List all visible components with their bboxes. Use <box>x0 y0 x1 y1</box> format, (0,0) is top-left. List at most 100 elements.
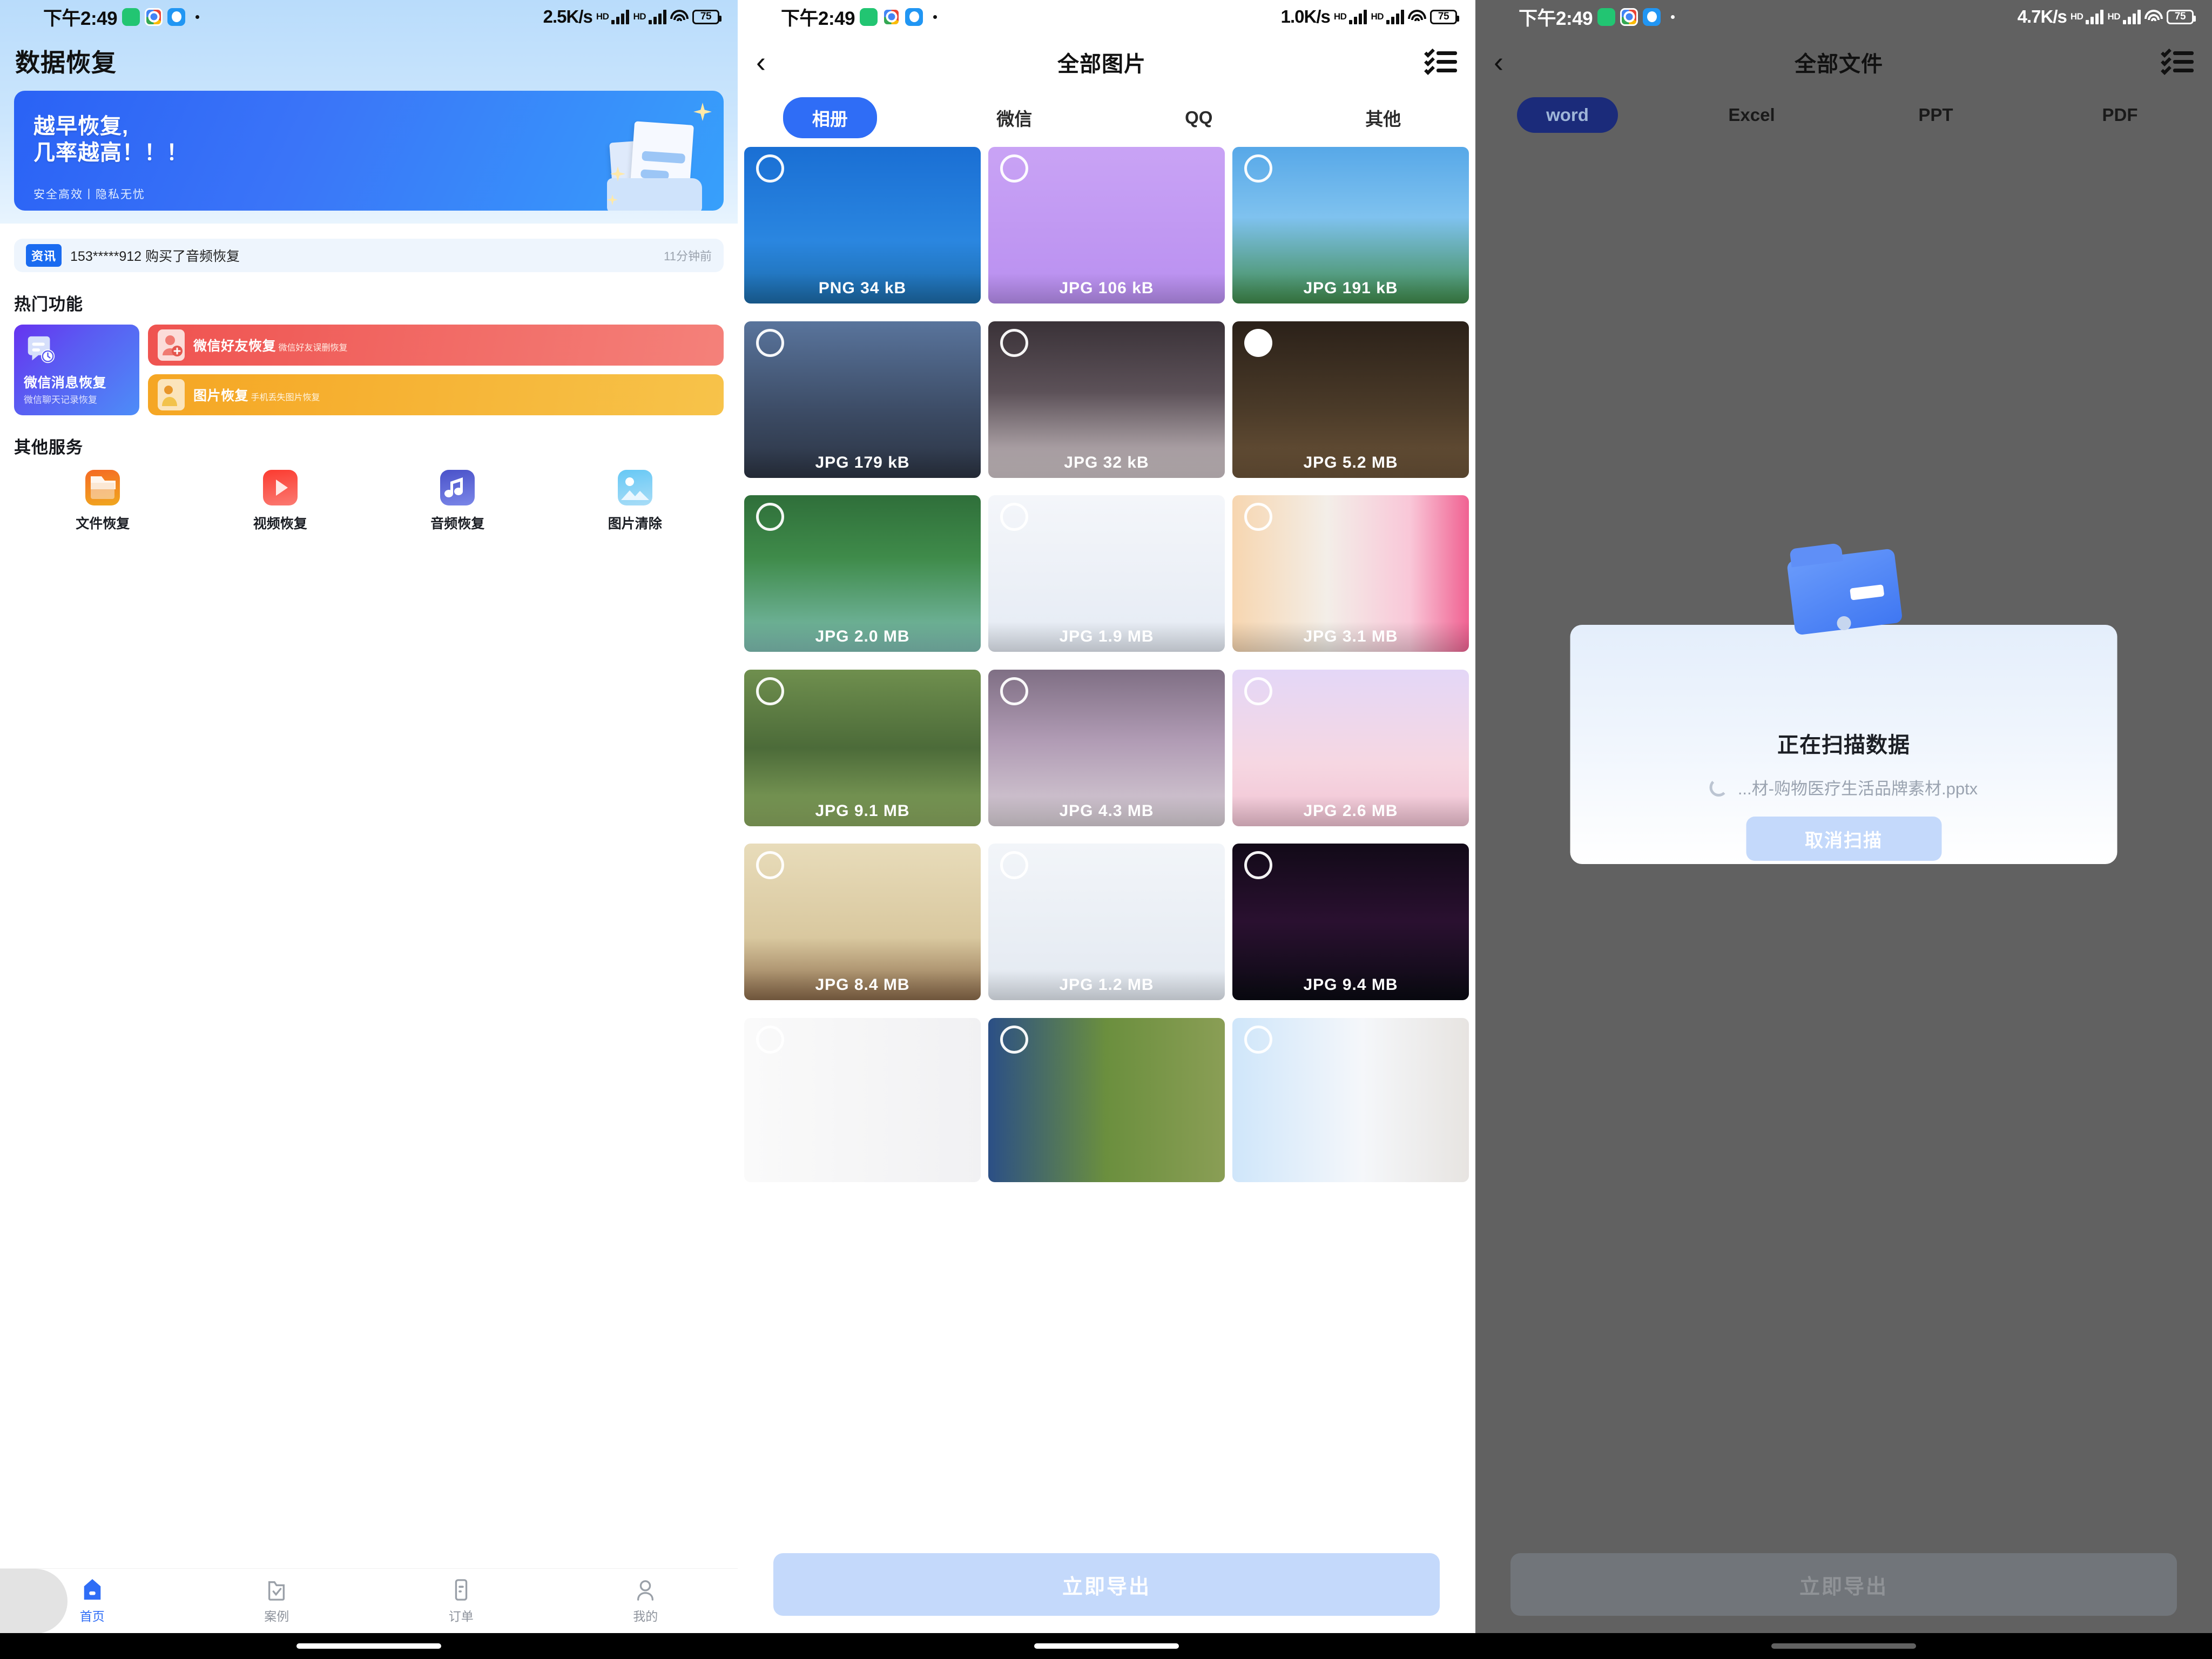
hd-label-2: HD <box>633 11 646 22</box>
filetype-tabs: word Excel PPT PDF <box>1475 91 2212 141</box>
image-meta-label: JPG 4.3 MB <box>988 795 1225 826</box>
image-grid-item[interactable]: JPG 2.0 MB <box>744 495 981 652</box>
service-label: 视频恢复 <box>253 516 307 531</box>
image-meta-label: JPG 191 kB <box>1232 273 1469 304</box>
select-radio[interactable] <box>756 503 784 531</box>
image-grid-item[interactable]: JPG 5.2 MB <box>1232 321 1469 478</box>
service-file-recovery[interactable]: 文件恢复 <box>14 470 192 532</box>
image-grid-item[interactable]: JPG 9.1 MB <box>744 669 981 826</box>
chevron-left-icon[interactable]: ‹ <box>1494 48 1523 77</box>
feature-card-wechat-friend[interactable]: 微信好友恢复 微信好友误删恢复 <box>148 325 724 366</box>
image-grid-item[interactable]: JPG 4.3 MB <box>988 669 1225 826</box>
checklist-icon[interactable] <box>1424 47 1457 75</box>
tab-word[interactable]: word <box>1517 97 1618 133</box>
image-grid-item[interactable]: JPG 3.1 MB <box>1232 495 1469 652</box>
photo-person-icon <box>158 379 185 410</box>
tab-orders[interactable]: 订单 <box>369 1578 554 1624</box>
network-speed: 2.5K/s <box>543 6 593 26</box>
service-label: 图片清除 <box>608 516 662 531</box>
gesture-bar <box>738 1633 1475 1659</box>
feature-title: 微信消息恢复 <box>24 375 107 390</box>
image-grid-item[interactable] <box>744 1017 981 1182</box>
status-time: 下午2:49 <box>1519 8 1593 29</box>
service-audio-recovery[interactable]: 音频恢复 <box>369 470 547 532</box>
image-meta-label: JPG 9.4 MB <box>1232 970 1469 1000</box>
select-radio[interactable] <box>1244 154 1272 183</box>
hd-label-1: HD <box>1333 11 1347 22</box>
export-button[interactable]: 立即导出 <box>773 1553 1440 1616</box>
select-radio[interactable] <box>756 328 784 357</box>
tab-ppt[interactable]: PPT <box>1844 96 2028 134</box>
image-meta-label: JPG 8.4 MB <box>744 970 981 1000</box>
image-grid-item[interactable]: JPG 9.4 MB <box>1232 844 1469 1000</box>
checklist-icon[interactable] <box>2161 47 2194 75</box>
select-radio[interactable] <box>1000 1025 1028 1054</box>
image-grid-item[interactable]: JPG 8.4 MB <box>744 844 981 1000</box>
image-grid-item[interactable]: JPG 1.2 MB <box>988 844 1225 1000</box>
chrome-icon <box>882 8 901 26</box>
select-radio[interactable] <box>1244 1025 1272 1054</box>
image-grid: PNG 34 kB JPG 106 kB JPG 191 kB JPG 179 kB J… <box>738 147 1475 1192</box>
select-radio[interactable] <box>1000 677 1028 705</box>
tab-wechat[interactable]: 微信 <box>922 96 1107 139</box>
tab-label: 我的 <box>633 1609 658 1623</box>
select-radio[interactable] <box>1000 503 1028 531</box>
tab-qq[interactable]: QQ <box>1107 99 1291 137</box>
select-radio[interactable] <box>756 851 784 879</box>
image-grid-item[interactable]: PNG 34 kB <box>744 147 981 304</box>
news-badge: 资讯 <box>26 244 62 267</box>
select-radio[interactable] <box>756 1025 784 1054</box>
cancel-scan-button[interactable]: 取消扫描 <box>1746 817 1941 861</box>
tab-album[interactable]: 相册 <box>783 97 877 138</box>
service-video-recovery[interactable]: 视频恢复 <box>192 470 369 532</box>
banner-headline: 越早恢复, 几率越高！！！ <box>33 114 188 165</box>
image-grid-item[interactable]: JPG 1.9 MB <box>988 495 1225 652</box>
image-grid-item[interactable] <box>988 1017 1225 1182</box>
image-meta-label: JPG 3.1 MB <box>1232 622 1469 652</box>
image-grid-item[interactable]: JPG 191 kB <box>1232 147 1469 304</box>
select-radio[interactable] <box>1000 154 1028 183</box>
chevron-left-icon[interactable]: ‹ <box>756 48 785 77</box>
select-radio[interactable] <box>1244 503 1272 531</box>
network-speed: 1.0K/s <box>1280 6 1331 26</box>
app-icon-green <box>860 8 878 26</box>
image-grid-item[interactable]: JPG 179 kB <box>744 321 981 478</box>
feature-subtitle: 微信好友误删恢复 <box>278 343 348 353</box>
scanning-dialog: 正在扫描数据 ...材-购物医疗生活品牌素材.pptx 取消扫描 <box>1570 543 2117 864</box>
tab-mine[interactable]: 我的 <box>554 1578 738 1624</box>
battery-icon: 75 <box>2167 9 2196 24</box>
image-meta-label: PNG 34 kB <box>744 273 981 304</box>
page-title: 数据恢复 <box>15 49 117 77</box>
feature-card-wechat-message[interactable]: 微信消息恢复 微信聊天记录恢复 <box>14 325 139 415</box>
select-radio[interactable] <box>1244 851 1272 879</box>
tab-excel[interactable]: Excel <box>1660 96 1844 134</box>
tab-label: 首页 <box>79 1609 105 1623</box>
image-grid-item[interactable]: JPG 32 kB <box>988 321 1225 478</box>
banner-subtext: 安全高效丨隐私无忧 <box>33 188 145 201</box>
tab-cases[interactable]: 案例 <box>185 1578 369 1624</box>
select-radio[interactable] <box>1244 677 1272 705</box>
select-radio[interactable] <box>1000 328 1028 357</box>
order-list-icon <box>450 1578 473 1602</box>
select-radio[interactable] <box>756 154 784 183</box>
select-radio[interactable] <box>1244 328 1272 357</box>
tab-pdf[interactable]: PDF <box>2028 96 2212 134</box>
status-bar: 下午2:49 2.5K/s HD HD 75 <box>0 0 738 33</box>
select-radio[interactable] <box>1000 851 1028 879</box>
feature-card-photo-recovery[interactable]: 图片恢复 手机丢失图片恢复 <box>148 374 724 415</box>
image-grid-item[interactable] <box>1232 1017 1469 1182</box>
image-grid-item[interactable]: JPG 106 kB <box>988 147 1225 304</box>
image-grid-item[interactable]: JPG 2.6 MB <box>1232 669 1469 826</box>
news-ticker[interactable]: 资讯 153*****912 购买了音频恢复 11分钟前 <box>14 239 724 272</box>
promo-banner[interactable]: 越早恢复, 几率越高！！！ 安全高效丨隐私无忧 <box>14 91 724 211</box>
image-meta-label: JPG 32 kB <box>988 447 1225 478</box>
sparkle-icon-1 <box>693 103 712 121</box>
wifi-icon <box>1408 10 1426 24</box>
tab-home[interactable]: 首页 <box>0 1578 185 1624</box>
more-indicator-dot <box>195 15 200 19</box>
app-icon-blue <box>1643 8 1661 26</box>
app-icon-green <box>1597 8 1616 26</box>
tab-other[interactable]: 其他 <box>1291 96 1476 139</box>
select-radio[interactable] <box>756 677 784 705</box>
service-photo-clean[interactable]: 图片清除 <box>547 470 724 532</box>
